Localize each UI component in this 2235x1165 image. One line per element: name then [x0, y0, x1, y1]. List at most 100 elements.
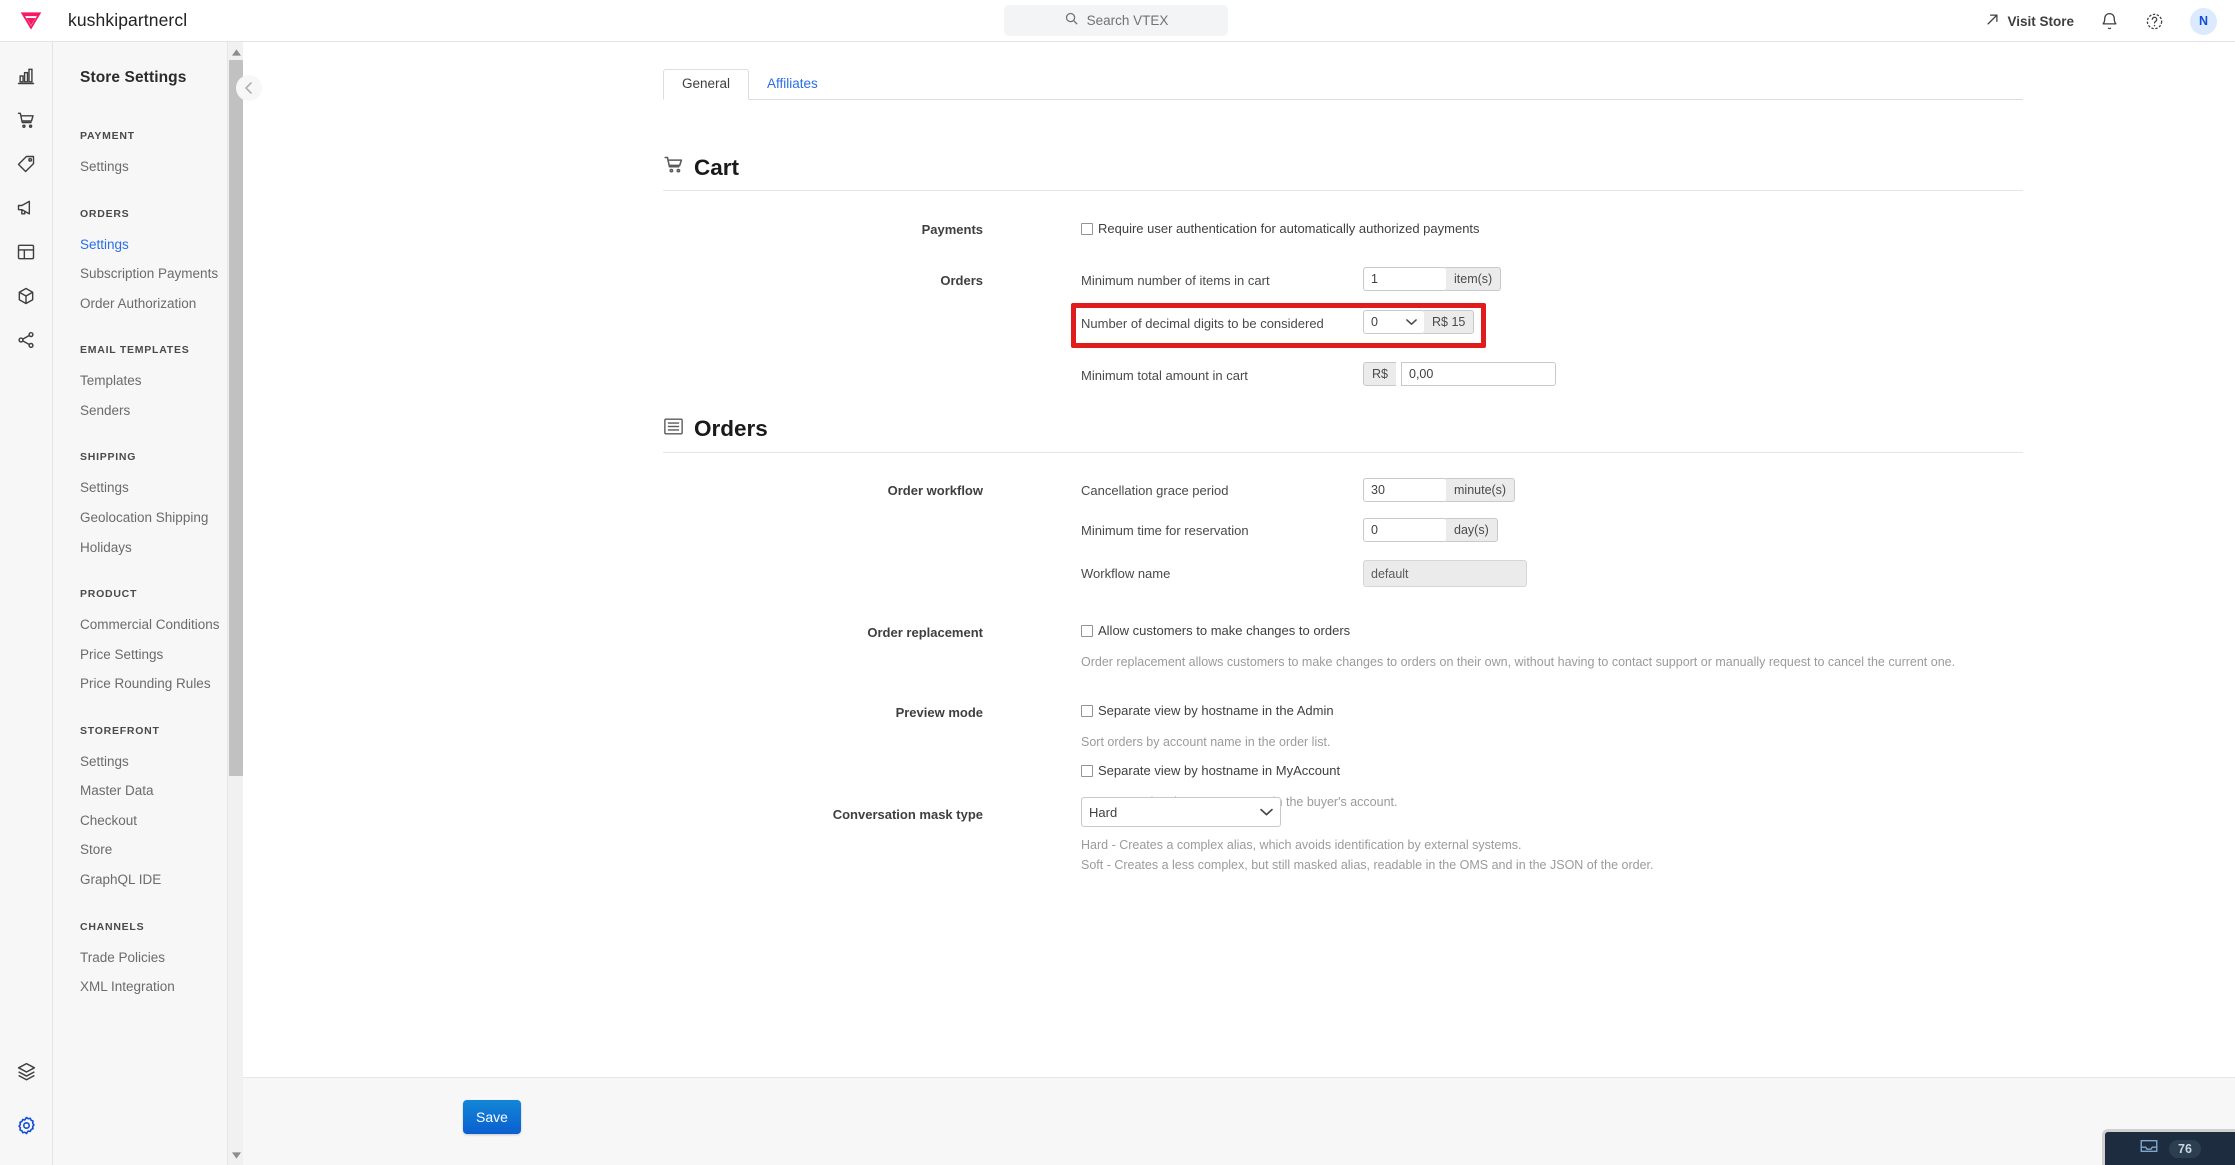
- layout-panel-icon[interactable]: [4, 230, 48, 274]
- scroll-up-arrow-icon[interactable]: [228, 44, 244, 60]
- order-workflow-row-label: Order workflow: [887, 483, 983, 498]
- save-button[interactable]: Save: [463, 1100, 521, 1134]
- min-reservation-input[interactable]: [1363, 518, 1447, 542]
- sidebar-item-master-data[interactable]: Master Data: [53, 776, 238, 806]
- bell-icon[interactable]: [2100, 12, 2119, 31]
- settings-form: General Affiliates Cart Payments Require…: [243, 42, 2235, 1077]
- payments-row-label: Payments: [921, 222, 983, 237]
- collapse-sidebar-button[interactable]: [236, 75, 262, 101]
- box-cube-icon[interactable]: [4, 274, 48, 318]
- require-auth-checkbox-row: Require user authentication for automati…: [1081, 221, 1480, 236]
- min-items-input[interactable]: [1363, 267, 1447, 291]
- conversation-mask-value: Hard: [1089, 804, 1118, 820]
- sidebar-item-price-rounding-rules[interactable]: Price Rounding Rules: [53, 669, 238, 699]
- search-input[interactable]: Search VTEX: [1004, 5, 1228, 36]
- question-circle-icon[interactable]: [2145, 12, 2164, 31]
- share-network-icon[interactable]: [4, 318, 48, 362]
- orders-section-divider: [663, 452, 2023, 453]
- cart-section-divider: [663, 190, 2023, 191]
- layers-stack-icon[interactable]: [4, 1049, 48, 1093]
- sidebar-item-price-settings[interactable]: Price Settings: [53, 640, 238, 670]
- separate-myaccount-checkbox-row: Separate view by hostname in MyAccount: [1081, 763, 1340, 778]
- decimal-digits-select[interactable]: 0: [1363, 310, 1425, 334]
- sidebar-item-checkout[interactable]: Checkout: [53, 806, 238, 836]
- min-items-suffix: item(s): [1446, 267, 1502, 291]
- conversation-mask-helper-2: Soft - Creates a less complex, but still…: [1081, 858, 1654, 872]
- conversation-mask-row-label: Conversation mask type: [832, 807, 983, 822]
- megaphone-icon[interactable]: [4, 186, 48, 230]
- allow-changes-checkbox[interactable]: [1081, 624, 1093, 637]
- sidebar-item-geolocation-shipping[interactable]: Geolocation Shipping: [53, 503, 238, 533]
- min-total-input[interactable]: [1401, 362, 1556, 386]
- require-auth-label[interactable]: Require user authentication for automati…: [1098, 221, 1480, 236]
- list-lines-icon: [663, 416, 684, 442]
- sidebar-group-label: CHANNELS: [80, 920, 145, 933]
- sidebar-item-subscription-payments[interactable]: Subscription Payments: [53, 259, 238, 289]
- cart-section-heading: Cart: [663, 154, 739, 181]
- min-items-label: Minimum number of items in cart: [1081, 273, 1270, 288]
- icon-rail: [0, 42, 52, 1165]
- inbox-widget[interactable]: 76: [2102, 1129, 2235, 1165]
- cancellation-grace-label: Cancellation grace period: [1081, 483, 1229, 498]
- sidebar: Store Settings PAYMENT Settings ORDERS Sett…: [52, 42, 237, 1165]
- tab-general[interactable]: General: [663, 69, 750, 100]
- sidebar-item-settings[interactable]: Settings: [53, 152, 238, 182]
- gear-settings-icon[interactable]: [4, 1103, 48, 1147]
- search-placeholder: Search VTEX: [1086, 13, 1169, 28]
- form-footer: Save: [243, 1077, 2235, 1165]
- account-name: kushkipartnercl: [68, 10, 188, 30]
- sidebar-item-settings[interactable]: Settings: [53, 747, 238, 777]
- separate-admin-checkbox[interactable]: [1081, 704, 1093, 717]
- separate-admin-label[interactable]: Separate view by hostname in the Admin: [1098, 703, 1334, 718]
- avatar[interactable]: N: [2190, 7, 2217, 35]
- scrollbar-thumb[interactable]: [229, 60, 243, 776]
- sidebar-group-label: PAYMENT: [80, 130, 135, 142]
- main-content: General Affiliates Cart Payments Require…: [243, 42, 2235, 1165]
- sidebar-menu-list: PAYMENT Settings ORDERS Settings Subscriptio…: [53, 104, 238, 1164]
- conversation-mask-select[interactable]: Hard: [1081, 797, 1281, 827]
- sidebar-item-order-authorization[interactable]: Order Authorization: [53, 289, 238, 319]
- cancellation-grace-suffix: minute(s): [1446, 478, 1516, 502]
- preview-mode-helper-1: Sort orders by account name in the order…: [1081, 735, 1331, 749]
- sidebar-group-label: EMAIL TEMPLATES: [80, 344, 190, 357]
- orders-row-label: Orders: [940, 273, 983, 288]
- sidebar-group-label: STOREFRONT: [80, 724, 160, 737]
- shopping-cart-icon[interactable]: [4, 98, 48, 142]
- sidebar-item-settings[interactable]: Settings: [53, 473, 238, 503]
- workflow-name-input: [1363, 560, 1527, 587]
- separate-myaccount-checkbox[interactable]: [1081, 764, 1093, 777]
- top-bar: kushkipartnercl Search VTEX Visit Store: [0, 0, 2235, 42]
- sidebar-item-senders[interactable]: Senders: [53, 396, 238, 426]
- sidebar-item-graphql-ide[interactable]: GraphQL IDE: [53, 865, 238, 895]
- min-reservation-suffix: day(s): [1446, 518, 1498, 542]
- cancellation-grace-input[interactable]: [1363, 478, 1447, 502]
- tab-affiliates[interactable]: Affiliates: [749, 70, 836, 99]
- chevron-down-icon: [1406, 315, 1417, 329]
- sidebar-scrollbar[interactable]: [227, 42, 243, 1165]
- price-tag-icon[interactable]: [4, 142, 48, 186]
- decimal-digits-label: Number of decimal digits to be considere…: [1081, 316, 1324, 331]
- separate-admin-checkbox-row: Separate view by hostname in the Admin: [1081, 703, 1334, 718]
- sidebar-item-settings[interactable]: Settings: [53, 230, 238, 260]
- sidebar-item-holidays[interactable]: Holidays: [53, 533, 238, 563]
- sidebar-item-xml-integration[interactable]: XML Integration: [53, 972, 238, 1002]
- order-replacement-helper: Order replacement allows customers to ma…: [1081, 655, 1956, 669]
- visit-store-button[interactable]: Visit Store: [1985, 12, 2074, 30]
- sidebar-item-trade-policies[interactable]: Trade Policies: [53, 943, 238, 973]
- require-auth-checkbox[interactable]: [1081, 222, 1093, 235]
- orders-section-heading: Orders: [663, 416, 768, 442]
- top-bar-actions: Visit Store N: [1985, 0, 2217, 42]
- inbox-icon: [2139, 1137, 2159, 1160]
- min-reservation-label: Minimum time for reservation: [1081, 523, 1249, 538]
- sidebar-item-templates[interactable]: Templates: [53, 366, 238, 396]
- scroll-down-arrow-icon[interactable]: [228, 1147, 244, 1163]
- vtex-logo-icon[interactable]: [16, 6, 46, 36]
- sidebar-group-label: PRODUCT: [80, 588, 138, 601]
- preview-mode-row-label: Preview mode: [895, 705, 983, 720]
- separate-myaccount-label[interactable]: Separate view by hostname in MyAccount: [1098, 763, 1340, 778]
- orders-heading-text: Orders: [694, 416, 768, 441]
- sidebar-item-commercial-conditions[interactable]: Commercial Conditions: [53, 610, 238, 640]
- analytics-bar-chart-icon[interactable]: [4, 54, 48, 98]
- sidebar-item-store[interactable]: Store: [53, 835, 238, 865]
- allow-changes-label[interactable]: Allow customers to make changes to order…: [1098, 623, 1350, 638]
